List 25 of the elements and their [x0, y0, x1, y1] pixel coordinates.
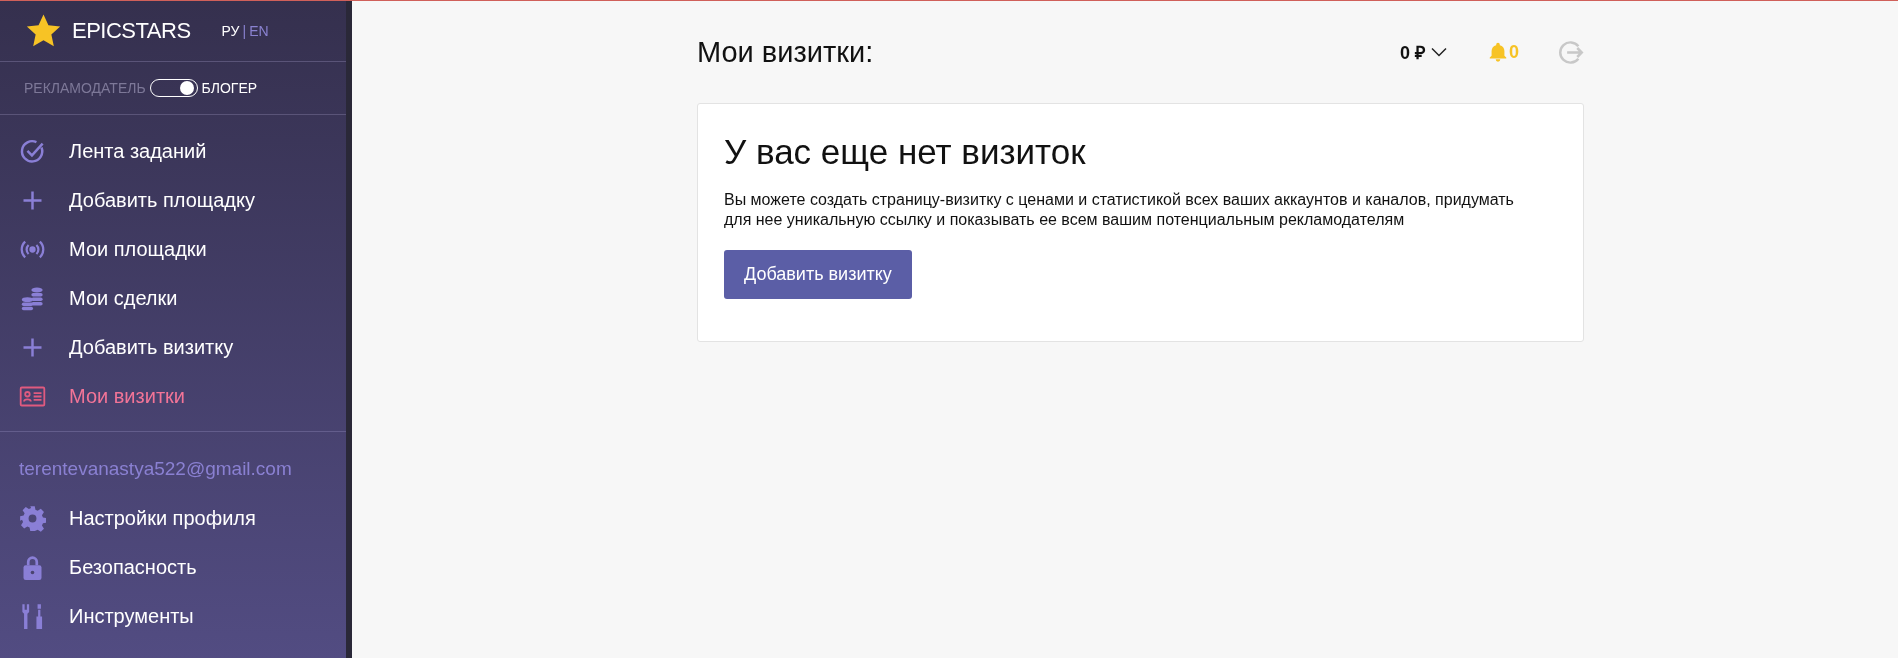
coins-icon	[19, 285, 46, 312]
sidebar-item[interactable]: Мои площадки	[0, 225, 346, 274]
sidebar-item[interactable]: Мои сделки	[0, 274, 346, 323]
add-card-button[interactable]: Добавить визитку	[724, 250, 912, 299]
card-heading: У вас еще нет визиток	[724, 132, 1087, 172]
bell-icon	[1487, 41, 1509, 63]
check-circle-icon	[19, 138, 46, 165]
sidebar-item[interactable]: Добавить визитку	[0, 323, 346, 372]
sidebar-item[interactable]: Инструменты	[0, 592, 346, 641]
sidebar-item[interactable]: Настройки профиля	[0, 494, 346, 543]
settings-icon	[19, 505, 46, 532]
card-description: Вы можете создать страницу-визитку с ценами и статистикой всех ваших аккаунтов и каналов, придумать для нее уникальную ссылку и показывать ее всем вашим потенциальным рекламодателям	[724, 190, 1514, 230]
page-title: Мои визитки:	[697, 35, 874, 69]
sidebar-item[interactable]: Безопасность	[0, 543, 346, 592]
sidebar-item[interactable]: Лента заданий	[0, 127, 346, 176]
balance-dropdown[interactable]: 0 ₽	[1399, 40, 1447, 64]
separator: |	[242, 23, 247, 39]
language-link[interactable]: EN	[249, 23, 269, 39]
mode-label: БЛОГЕР	[201, 80, 258, 96]
language-link[interactable]: РУ	[221, 23, 240, 39]
mode-label: РЕКЛАМОДАТЕЛЬ	[24, 80, 146, 96]
chevron-down-icon	[1431, 47, 1447, 57]
logo-text: EPICSTARS	[72, 18, 191, 44]
sidebar-item[interactable]: Добавить площадку	[0, 176, 346, 225]
user-email: terentevanastya522@gmail.com	[18, 457, 293, 481]
